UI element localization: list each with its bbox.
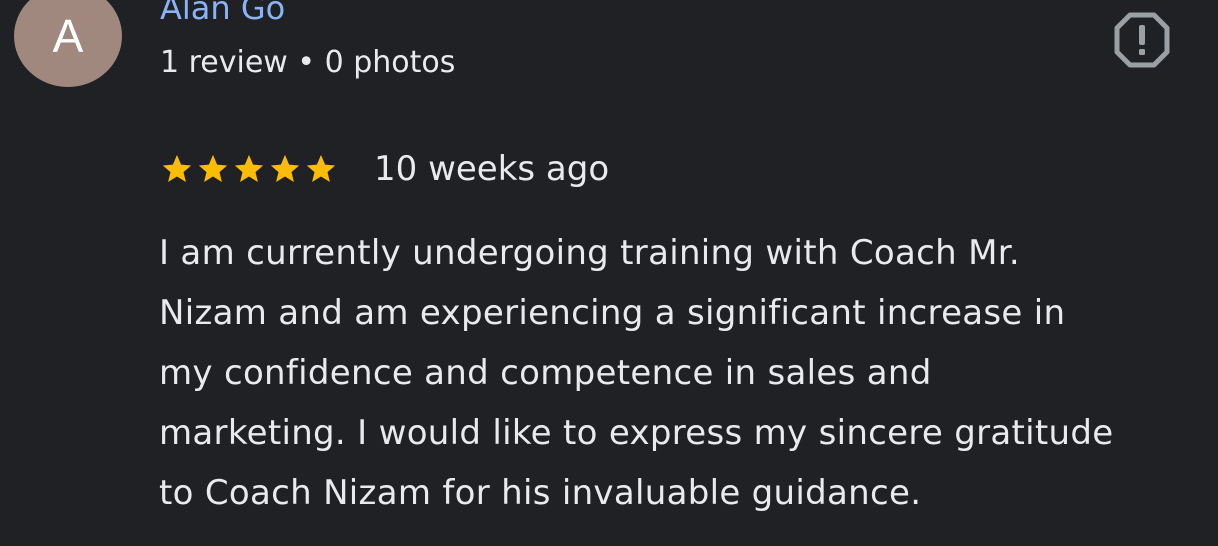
review-text-line: my confidence and competence in sales an… <box>159 353 932 393</box>
review-text-line: I am currently undergoing training with … <box>159 233 1020 273</box>
review-text: I am currently undergoing training with … <box>159 223 1214 523</box>
reviewer-meta: 1 review • 0 photos <box>160 45 456 80</box>
review-date: 10 weeks ago <box>374 149 610 189</box>
star-icon <box>234 154 264 183</box>
report-button[interactable] <box>1113 11 1171 69</box>
rating-row: 10 weeks ago <box>160 148 609 190</box>
report-flag-icon <box>1114 12 1170 68</box>
star-rating <box>160 152 338 186</box>
review-text-line: Nizam and am experiencing a significant … <box>159 293 1066 333</box>
star-icon <box>198 154 228 183</box>
avatar[interactable]: A <box>14 0 122 87</box>
review-text-line: to Coach Nizam for his invaluable guidan… <box>159 473 922 513</box>
reviewer-name[interactable]: Alan Go <box>160 0 285 28</box>
star-icon <box>306 154 336 183</box>
avatar-letter: A <box>52 10 84 62</box>
review-text-line: marketing. I would like to express my si… <box>159 413 1114 453</box>
star-icon <box>162 154 192 183</box>
star-icon <box>270 154 300 183</box>
